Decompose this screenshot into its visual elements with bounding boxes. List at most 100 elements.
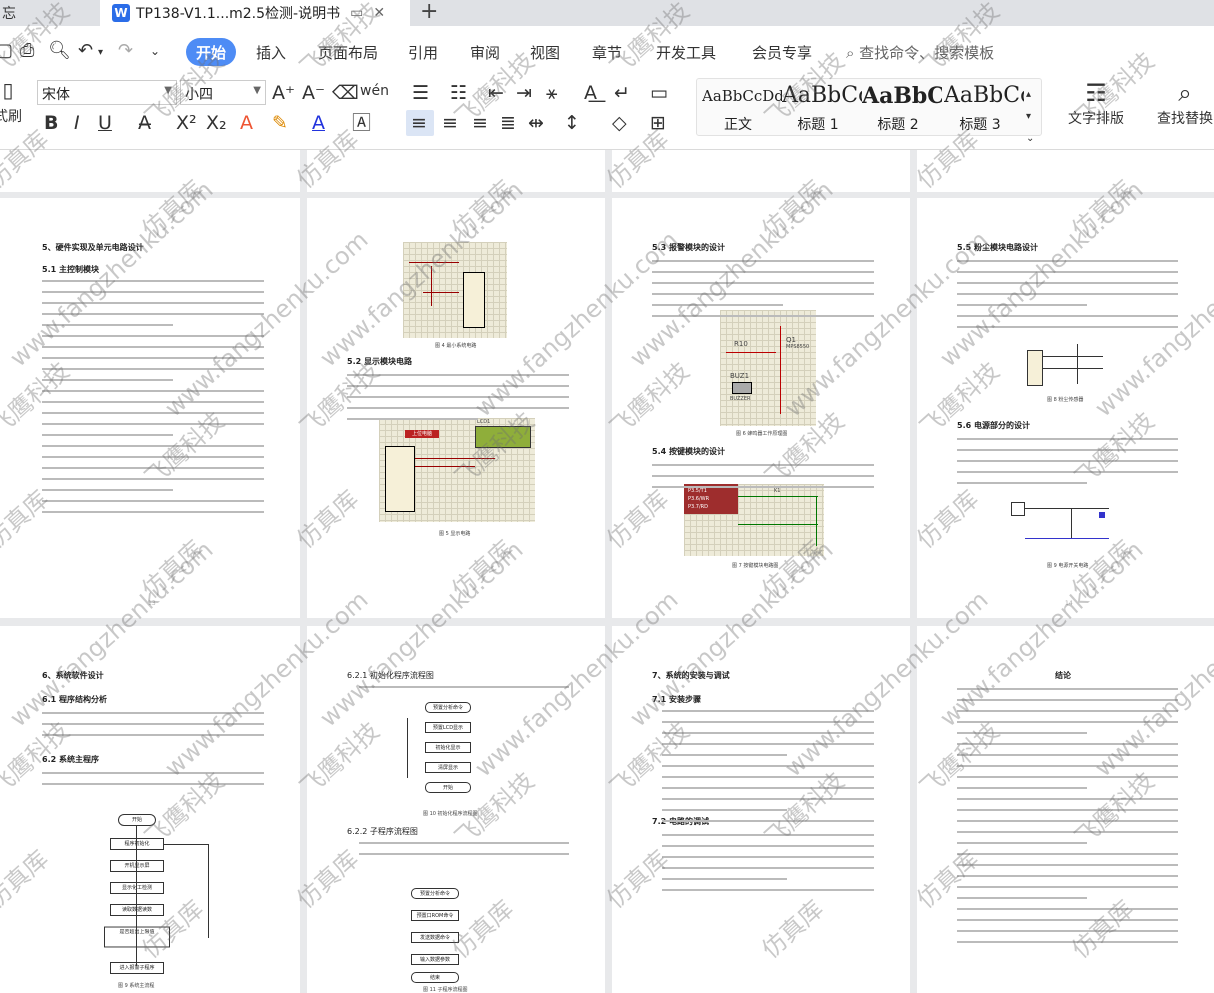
distribute-icon[interactable]: ⇹ — [528, 112, 544, 134]
shrink-font-icon[interactable]: A⁻ — [302, 82, 325, 104]
wire — [415, 466, 475, 467]
text-layout-button[interactable]: ☶ 文字排版 — [1058, 78, 1134, 128]
text-line — [957, 930, 1178, 932]
menu-member[interactable]: 会员专享 — [752, 42, 812, 63]
font-size-select[interactable]: 小四 ▼ — [180, 80, 266, 105]
text-line — [652, 271, 874, 273]
text-line — [42, 734, 264, 736]
print-icon[interactable]: ⎙ — [20, 40, 34, 61]
document-canvas[interactable]: 5、硬件实现及单元电路设计 5.1 主控制模块 13 图 4 最小系统电路 5.… — [0, 150, 1214, 993]
strikethrough-icon[interactable]: A̶ — [138, 112, 151, 134]
new-tab-icon[interactable]: + — [420, 0, 438, 24]
text-line — [662, 867, 874, 869]
increase-indent-icon[interactable]: ⇥ — [516, 82, 532, 104]
section-heading: 结论 — [1055, 671, 1071, 680]
tab-title: TP138-V1.1...m2.5检测-说明书 — [136, 6, 341, 22]
font-name-select[interactable]: 宋体 ▼ — [37, 80, 177, 105]
style-heading-1[interactable]: AaBbCc 标题 1 — [782, 80, 862, 150]
font-color-icon[interactable]: A — [312, 112, 325, 134]
char-border-icon[interactable]: 🄰 — [352, 112, 371, 134]
menu-start[interactable]: 开始 — [186, 38, 236, 66]
led-symbol — [1099, 512, 1105, 518]
align-left-button[interactable]: ≡ — [406, 110, 434, 136]
justify-icon[interactable]: ≣ — [500, 112, 516, 134]
align-right-icon[interactable]: ≡ — [472, 112, 488, 134]
flow-line — [208, 844, 209, 938]
bold-icon[interactable]: B — [44, 112, 58, 134]
page[interactable]: 图 4 最小系统电路 5.2 显示模块电路 上位电脑 LCD1 图 5 显示电路 — [307, 198, 605, 618]
text-line — [957, 754, 1178, 756]
grow-font-icon[interactable]: A⁺ — [272, 82, 295, 104]
font-color-extra-icon[interactable]: A — [240, 112, 253, 134]
quick-access-more-icon[interactable]: ⌄ — [150, 44, 160, 58]
tab-previous[interactable]: 忘 — [0, 0, 98, 26]
page[interactable]: 6、系统软件设计 6.1 程序结构分析 6.2 系统主程序 开始 程序初始化 开… — [0, 626, 300, 993]
ribbon: ▢ ⎙ 🔍︎ ↶ ▾ ↷ ⌄ 开始 插入 页面布局 引用 审阅 视图 章节 开发… — [0, 26, 1214, 150]
ruler-icon[interactable]: ▭ — [650, 82, 668, 104]
style-heading-3[interactable]: AaBbCc 标题 3 — [944, 80, 1024, 150]
bullet-list-icon[interactable]: ☰ — [412, 82, 429, 104]
paragraph-mark-icon[interactable]: ↵ — [614, 82, 630, 104]
print-preview-icon[interactable]: 🔍︎ — [48, 40, 71, 61]
menu-references[interactable]: 引用 — [408, 42, 438, 63]
page[interactable]: 结论 — [917, 626, 1214, 993]
style-heading-2[interactable]: AaBbC 标题 2 — [862, 80, 942, 150]
page-14[interactable]: 5.5 粉尘模块电路设计 图 8 粉尘传感器 5.6 电源部分的设计 图 9 电… — [917, 198, 1214, 618]
text-line — [42, 379, 173, 381]
wire — [1071, 508, 1072, 538]
page[interactable]: 5.3 报警模块的设计 R10 Q1 MPS8550 BUZ1 BUZZER 图… — [612, 198, 910, 618]
command-search[interactable]: ⌕ 查找命令、搜索模板 — [846, 42, 994, 63]
superscript-icon[interactable]: X² — [176, 112, 197, 134]
redo-icon[interactable]: ↷ — [118, 40, 133, 61]
undo-dropdown-icon[interactable]: ▾ — [98, 47, 103, 58]
subsection-heading: 6.2.2 子程序流程图 — [347, 827, 418, 836]
tab-document[interactable]: W TP138-V1.1...m2.5检测-说明书 ▭ ✕ — [100, 0, 410, 26]
flowchart-step: 输入数据参数 — [411, 954, 459, 965]
menu-insert[interactable]: 插入 — [256, 42, 286, 63]
text-line — [957, 886, 1178, 888]
menu-section[interactable]: 章节 — [592, 42, 622, 63]
style-normal[interactable]: AaBbCcDd 正文 — [702, 80, 782, 150]
text-line — [957, 798, 1178, 800]
align-center-icon[interactable]: ≡ — [442, 112, 458, 134]
menu-review[interactable]: 审阅 — [470, 42, 500, 63]
buzzer-schematic: R10 Q1 MPS8550 BUZ1 BUZZER — [720, 310, 816, 426]
save-icon[interactable]: ▢ — [0, 40, 13, 61]
subscript-icon[interactable]: X₂ — [206, 112, 227, 134]
numbered-list-icon[interactable]: ☷ — [450, 82, 467, 104]
phonetic-guide-icon[interactable]: wén — [360, 80, 389, 102]
text-line — [347, 407, 569, 409]
menu-view[interactable]: 视图 — [530, 42, 560, 63]
text-line — [957, 776, 1178, 778]
menu-page-layout[interactable]: 页面布局 — [318, 42, 378, 63]
shading-icon[interactable]: ◇ — [612, 112, 627, 134]
underline-icon[interactable]: U — [98, 112, 112, 134]
page[interactable]: 7、系统的安装与调试 7.1 安装步骤 7.2 电路的调试 — [612, 626, 910, 993]
tab-monitor-icon[interactable]: ▭ — [350, 5, 363, 21]
line-spacing-icon[interactable]: ↕ — [564, 112, 580, 134]
borders-icon[interactable]: ⊞ — [650, 112, 666, 134]
page-13[interactable]: 5、硬件实现及单元电路设计 5.1 主控制模块 13 — [0, 198, 300, 618]
buz1-label: BUZ1 — [730, 372, 750, 380]
clear-format-icon[interactable]: ⌫ — [332, 82, 359, 104]
wire — [780, 326, 781, 414]
undo-icon[interactable]: ↶ — [78, 40, 93, 61]
page[interactable]: 6.2.1 初始化程序流程图 预置分析命令 预置LCD显示 初始化显示 清屏显示… — [307, 626, 605, 993]
chinese-layout-icon[interactable]: ⚹ — [546, 82, 557, 104]
figure-caption: 图 6 蜂鸣器工作原理图 — [736, 431, 788, 437]
page-partial — [307, 150, 605, 192]
menu-developer[interactable]: 开发工具 — [656, 42, 716, 63]
text-line — [957, 732, 1088, 734]
section-heading: 6、系统软件设计 — [42, 671, 104, 680]
format-painter-button[interactable]: ▯ 式刷 — [0, 78, 22, 126]
style-gallery-scroll-icon[interactable]: ▴ ▾ ⌄ — [1026, 84, 1034, 150]
tab-close-icon[interactable]: ✕ — [373, 5, 385, 21]
text-line — [957, 271, 1178, 273]
flowchart-step: 清屏显示 — [425, 762, 471, 773]
text-line — [662, 798, 874, 800]
text-direction-icon[interactable]: A͟ — [584, 82, 597, 104]
highlight-icon[interactable]: ✎ — [272, 112, 288, 134]
find-replace-button[interactable]: ⌕ 查找替换 — [1150, 78, 1214, 128]
decrease-indent-icon[interactable]: ⇤ — [488, 82, 504, 104]
italic-icon[interactable]: I — [74, 112, 80, 134]
